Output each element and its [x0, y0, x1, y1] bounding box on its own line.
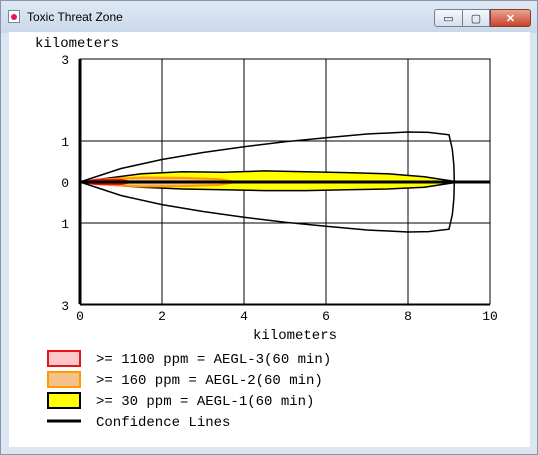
- minimize-button[interactable]: ▭: [434, 9, 463, 27]
- legend-swatch: [47, 371, 81, 388]
- legend-label: >= 160 ppm = AEGL-2(60 min): [96, 373, 323, 389]
- y-tick-label: 1: [61, 217, 69, 232]
- title-bar[interactable]: Toxic Threat Zone ▭ ▢ ✕: [1, 1, 537, 33]
- x-tick-label: 0: [76, 309, 84, 324]
- confidence-lines: [79, 131, 490, 233]
- maximize-icon: ▢: [470, 12, 482, 25]
- window-title: Toxic Threat Zone: [27, 10, 123, 24]
- toxic-threat-zone-window: Toxic Threat Zone ▭ ▢ ✕ kilometers kilom…: [0, 0, 538, 455]
- y-tick-label: 1: [61, 135, 69, 150]
- legend-label: >= 30 ppm = AEGL-1(60 min): [96, 394, 314, 410]
- legend-label: >= 1100 ppm = AEGL-3(60 min): [96, 352, 331, 368]
- x-tick-labels: 0 2 4 6 8 10: [76, 309, 498, 324]
- maximize-button[interactable]: ▢: [463, 9, 490, 27]
- x-tick-label: 4: [240, 309, 248, 324]
- chart-client-area: kilometers kilometers 0 2 4 6 8 10 31013 >= 1…: [9, 32, 530, 447]
- x-tick-label: 2: [158, 309, 166, 324]
- x-axis-label: kilometers: [253, 328, 337, 344]
- y-axis-label: kilometers: [35, 36, 119, 52]
- legend-swatch: [47, 392, 81, 409]
- x-tick-label: 6: [322, 309, 330, 324]
- close-icon: ✕: [505, 12, 516, 25]
- y-tick-label: 3: [61, 53, 69, 68]
- legend-swatch: [47, 350, 81, 367]
- legend-label: Confidence Lines: [96, 415, 230, 431]
- minimize-icon: ▭: [443, 12, 454, 25]
- y-tick-label: 3: [61, 299, 69, 314]
- app-icon[interactable]: [8, 10, 20, 23]
- close-button[interactable]: ✕: [490, 9, 531, 27]
- x-tick-label: 10: [482, 309, 498, 324]
- y-tick-label: 0: [61, 176, 69, 191]
- x-tick-label: 8: [404, 309, 412, 324]
- legend: >= 1100 ppm = AEGL-3(60 min) >= 160 ppm =…: [47, 350, 331, 431]
- threat-zone-chart: kilometers kilometers 0 2 4 6 8 10 31013 >= 1…: [35, 36, 498, 431]
- y-tick-labels: 3 1 0 1 3: [61, 53, 69, 314]
